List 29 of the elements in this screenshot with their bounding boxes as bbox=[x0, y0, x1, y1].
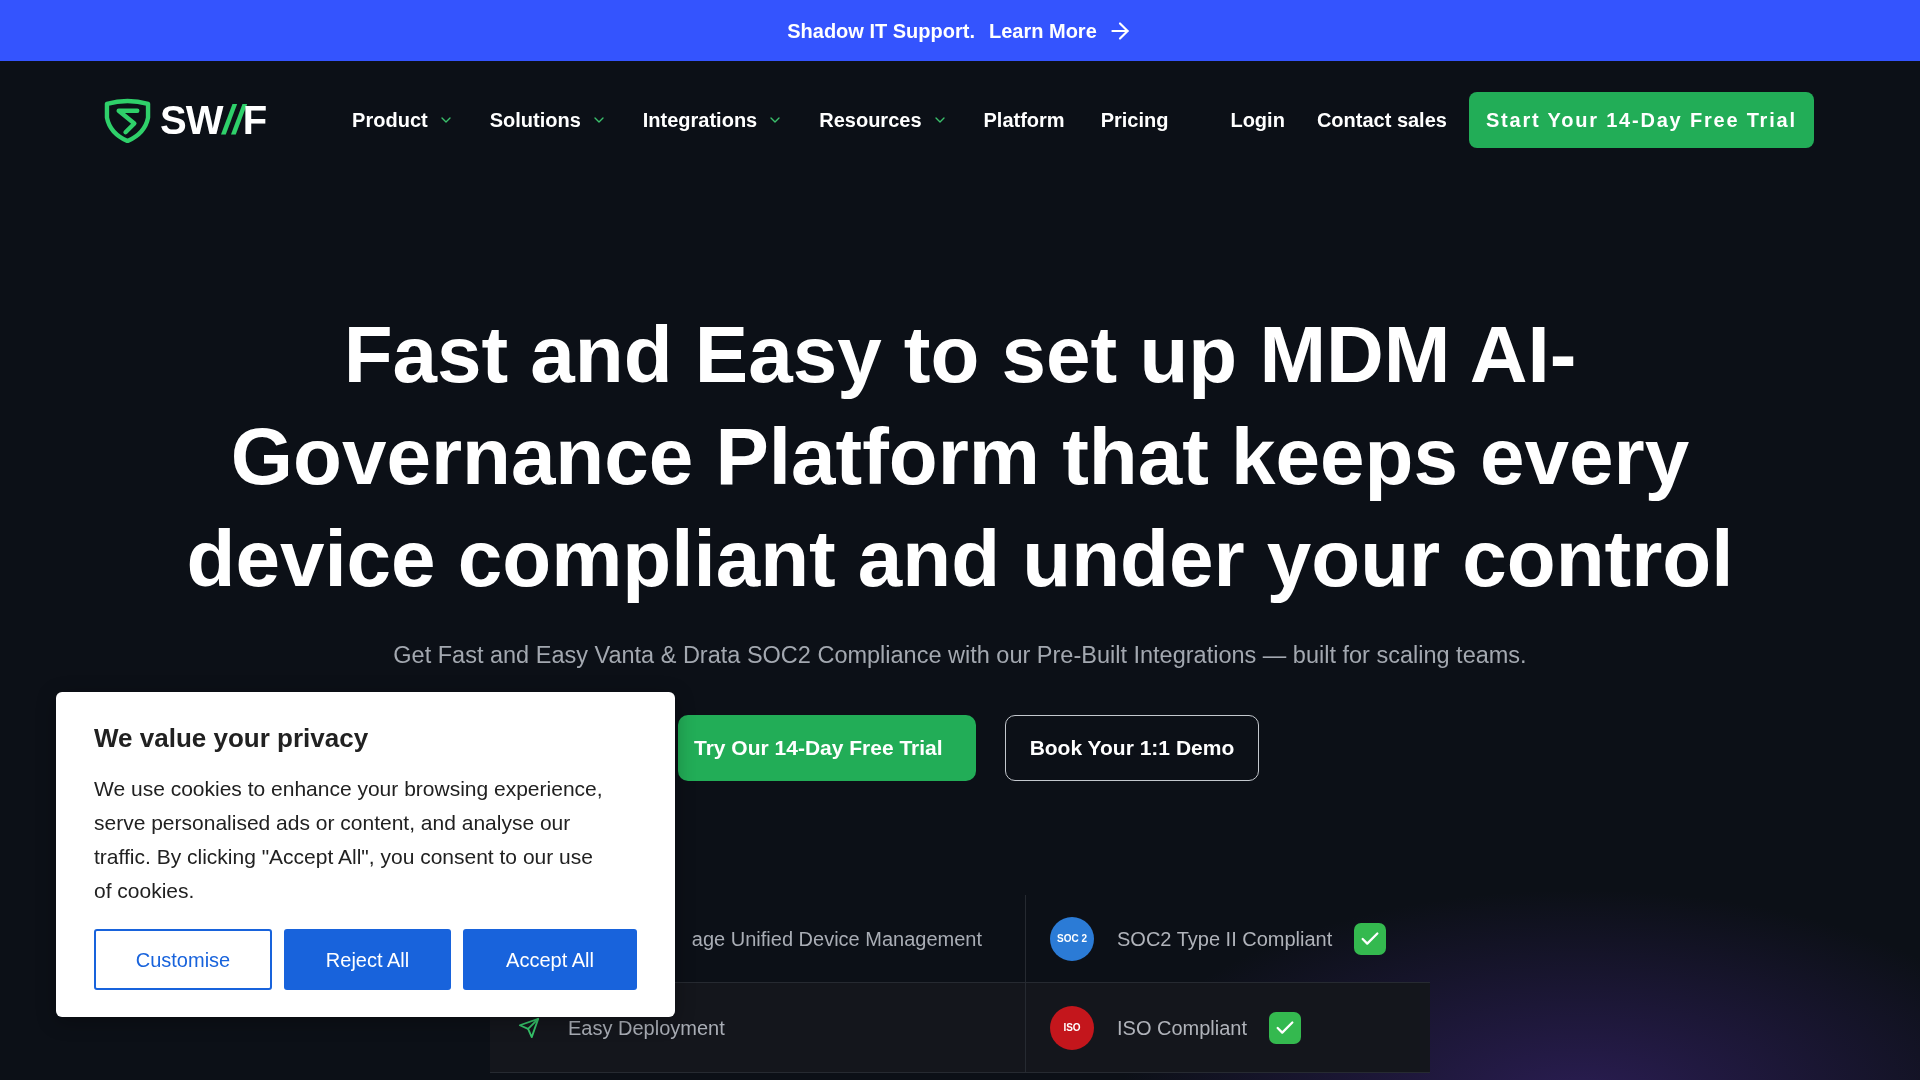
nav-menu-item[interactable]: Product bbox=[352, 105, 454, 135]
check-icon bbox=[1269, 1011, 1302, 1044]
announcement-text: Shadow IT Support. bbox=[787, 18, 975, 44]
header-link[interactable]: Contact sales bbox=[1316, 105, 1447, 135]
book-demo-button[interactable]: Book Your 1:1 Demo bbox=[1004, 715, 1260, 781]
nav-menu-item[interactable]: Solutions bbox=[489, 105, 607, 135]
check-icon bbox=[1354, 922, 1387, 955]
feature-text: age Unified Device Management bbox=[691, 928, 982, 949]
learn-more-link[interactable]: Learn More bbox=[988, 15, 1133, 46]
certification-label: ISO Compliant bbox=[1117, 1016, 1248, 1039]
feature-text: Easy Deployment bbox=[568, 1017, 725, 1038]
header-link[interactable]: Login bbox=[1230, 105, 1285, 135]
cookie-choice-button[interactable]: Reject All bbox=[284, 929, 451, 990]
certification-label: SOC2 Type II Compliant bbox=[1117, 927, 1333, 950]
cookie-text: We use cookies to enhance your browsing experience, serve personalised ads or content, and analyse our traffic. By clicking "Accept All", you consent to our use of cookies. bbox=[94, 776, 604, 904]
cookie-title: We value your privacy bbox=[94, 722, 370, 754]
nav-menu-item[interactable]: Integrations bbox=[642, 105, 784, 135]
hero-heading: Fast and Easy to set up MDM AI-Governance Platform that keeps every device compliant and under your control bbox=[185, 309, 1735, 605]
nav-link[interactable]: Pricing bbox=[1100, 105, 1169, 135]
nav-link[interactable]: Platform bbox=[983, 105, 1065, 135]
logo-wordmark: SW//F bbox=[160, 98, 267, 142]
hero-subtitle: Get Fast and Easy Vanta & Drata SOC2 Compliance with our Pre-Built Integrations — built for scaling teams. bbox=[393, 641, 1527, 670]
certification-badge: SOC 2 bbox=[1050, 916, 1094, 961]
certification-badge: ISO bbox=[1050, 1005, 1094, 1050]
nav-menu-item[interactable]: Resources bbox=[819, 105, 948, 135]
paper-plane-icon bbox=[518, 1016, 540, 1039]
cookie-choice-button[interactable]: Accept All bbox=[463, 929, 637, 990]
customise-button[interactable]: Customise bbox=[94, 929, 272, 990]
shield-logo-icon bbox=[104, 97, 151, 143]
